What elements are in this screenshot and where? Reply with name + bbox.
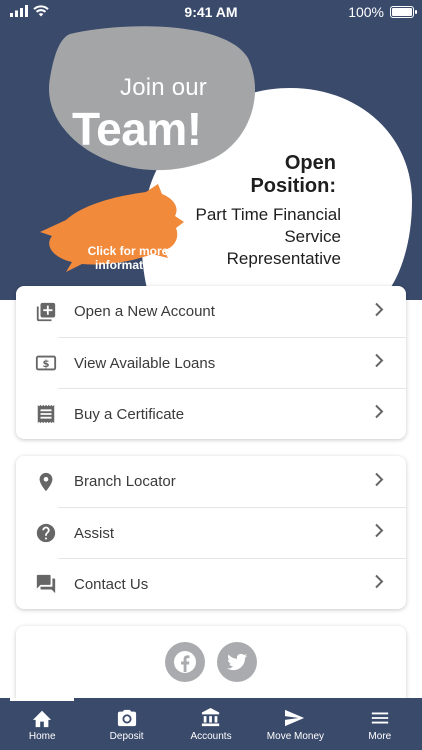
open-new-account-label: Open a New Account: [74, 303, 215, 320]
status-bar: 9:41 AM 100%: [0, 0, 422, 26]
banner-join-line: Join our: [120, 74, 207, 101]
home-icon: [33, 710, 52, 728]
banner-open-position: Open Position:: [250, 152, 336, 197]
tab-deposit[interactable]: Deposit: [84, 698, 168, 750]
tab-home-label: Home: [28, 731, 56, 742]
tab-more[interactable]: More: [338, 698, 422, 750]
support-card: Branch Locator Assist Contact Us: [16, 456, 406, 609]
assist-label: Assist: [74, 524, 115, 542]
dollar-bill-icon: $: [16, 352, 74, 374]
open-new-account-item[interactable]: Open a New Account: [16, 286, 406, 337]
banner-cta[interactable]: Click for more information: [80, 244, 176, 272]
buy-certificate-label: Buy a Certificate: [74, 405, 185, 423]
camera-icon: [117, 709, 136, 727]
menu-icon: [371, 712, 389, 724]
send-icon: [285, 709, 305, 727]
svg-text:$: $: [42, 359, 49, 370]
banner-position-title: Part Time Financial Service Representati…: [195, 205, 342, 268]
facebook-icon: [174, 651, 196, 673]
branch-locator-label: Branch Locator: [74, 473, 176, 490]
social-card: [16, 626, 406, 706]
tab-move-money-label: Move Money: [266, 731, 325, 742]
bottom-tab-bar: Home Deposit Accounts Move Money More: [0, 698, 422, 750]
chevron-right-icon: [374, 302, 384, 321]
twitter-button[interactable]: [217, 642, 257, 682]
tab-move-money[interactable]: Move Money: [253, 698, 337, 750]
location-pin-icon: [16, 471, 74, 493]
tab-home[interactable]: Home: [0, 698, 84, 750]
chevron-right-icon: [374, 472, 384, 491]
chat-icon: [16, 573, 74, 595]
buy-certificate-item[interactable]: Buy a Certificate: [37, 388, 406, 439]
chevron-right-icon: [374, 404, 384, 424]
chevron-right-icon: [374, 353, 384, 373]
twitter-icon: [226, 653, 248, 671]
tab-deposit-label: Deposit: [109, 731, 144, 742]
join-team-banner[interactable]: Join our Team! Open Position: Part Time …: [0, 26, 422, 300]
receipt-icon: [16, 403, 74, 425]
banner-team-line: Team!: [72, 103, 202, 155]
view-available-loans-label: View Available Loans: [74, 354, 216, 372]
help-circle-icon: [16, 522, 74, 544]
view-available-loans-item[interactable]: $ View Available Loans: [35, 337, 406, 388]
battery-percent: 100%: [348, 4, 384, 20]
facebook-button[interactable]: [165, 642, 205, 682]
contact-us-item[interactable]: Contact Us: [36, 558, 406, 609]
branch-locator-item[interactable]: Branch Locator: [16, 456, 406, 507]
account-actions-card: Open a New Account $ View Available Loan…: [16, 286, 406, 439]
tab-accounts[interactable]: Accounts: [169, 698, 253, 750]
assist-item[interactable]: Assist: [36, 507, 406, 558]
add-box-icon: [16, 301, 74, 323]
tab-more-label: More: [368, 731, 392, 742]
chevron-right-icon: [374, 523, 384, 543]
chevron-right-icon: [374, 574, 384, 594]
tab-accounts-label: Accounts: [190, 731, 232, 742]
battery-icon: [390, 6, 417, 18]
contact-us-label: Contact Us: [74, 575, 149, 593]
bank-icon: [201, 708, 220, 727]
